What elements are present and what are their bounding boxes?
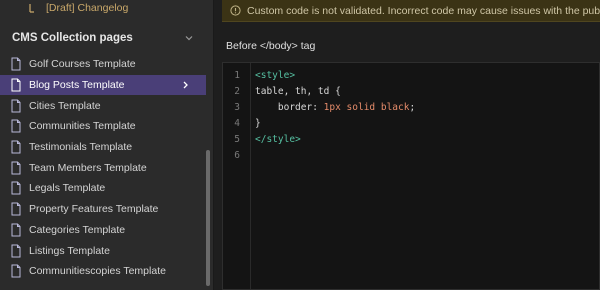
code-line: } [255,116,599,132]
section-title: CMS Collection pages [12,32,133,44]
page-icon [11,181,21,195]
sidebar-item-label: Blog Posts Template [29,79,125,92]
sidebar-item-communitiescopies-template[interactable]: Communitiescopies Template [0,261,206,282]
draft-page-icon [29,4,34,13]
page-icon [11,119,21,133]
line-number: 1 [234,70,240,81]
page-icon [11,161,21,175]
sidebar-item-golf-courses-template[interactable]: Golf Courses Template [0,54,206,75]
sidebar-item-label: Listings Template [29,244,110,257]
sidebar-item-label: Cities Template [29,99,101,112]
sidebar-item-label: Communitiescopies Template [29,265,166,278]
page-icon [11,202,21,216]
line-number: 6 [234,150,240,161]
sidebar-item-label: Categories Template [29,223,126,236]
sidebar-item-team-members-template[interactable]: Team Members Template [0,157,206,178]
code-content[interactable]: <style> table, th, td { border: 1px soli… [255,63,599,164]
line-number: 2 [234,86,240,97]
custom-code-panel: Custom code is not validated. Incorrect … [214,0,600,290]
line-number: 3 [234,102,240,113]
sidebar-scrollbar[interactable] [206,150,210,286]
sidebar-item-label: Team Members Template [29,161,147,174]
page-icon [11,223,21,237]
code-token-tag: </style> [255,134,301,145]
sidebar-item-testimonials-template[interactable]: Testimonials Template [0,137,206,158]
warning-banner: Custom code is not validated. Incorrect … [222,0,600,22]
page-icon [11,99,21,113]
code-token-tag: <style> [255,70,296,81]
code-token-value: 1px solid black [323,102,410,113]
line-number: 4 [234,118,240,129]
line-number: 5 [234,134,240,145]
sidebar-item-label: Property Features Template [29,203,159,216]
code-token-property: border: [277,102,324,113]
sidebar-item-label: Golf Courses Template [29,58,136,71]
sidebar-item-categories-template[interactable]: Categories Template [0,220,206,241]
before-body-tag-label: Before </body> tag [226,40,316,52]
sidebar-item-draft-changelog[interactable]: [Draft] Changelog [28,0,128,16]
code-line: <style> [255,68,599,84]
code-line: table, th, td { [255,84,599,100]
code-token-brace: } [255,118,261,129]
sidebar-item-listings-template[interactable]: Listings Template [0,240,206,261]
warning-icon [230,5,241,16]
code-token-punct: ; [409,102,416,113]
code-line: border: 1px solid black; [255,100,599,116]
cms-collection-header[interactable]: CMS Collection pages [0,24,214,52]
chevron-down-icon[interactable] [184,33,194,43]
chevron-right-icon[interactable] [181,80,190,90]
page-icon [11,264,21,278]
sidebar-item-label: Testimonials Template [29,141,133,154]
sidebar-item-property-features-template[interactable]: Property Features Template [0,199,206,220]
page-icon [11,140,21,154]
cms-page-list: Golf Courses Template Blog Posts Templat… [0,54,206,282]
page-icon [11,244,21,258]
sidebar-item-cities-template[interactable]: Cities Template [0,95,206,116]
sidebar: [Draft] Changelog CMS Collection pages G… [0,0,214,290]
page-icon [11,78,21,92]
page-icon [11,57,21,71]
sidebar-item-label: [Draft] Changelog [46,2,129,14]
line-number-gutter: 1 2 3 4 5 6 [223,63,251,289]
sidebar-item-label: Legals Template [29,182,106,195]
sidebar-item-communities-template[interactable]: Communities Template [0,116,206,137]
sidebar-item-blog-posts-template[interactable]: Blog Posts Template [0,74,206,96]
sidebar-item-legals-template[interactable]: Legals Template [0,178,206,199]
code-editor[interactable]: 1 2 3 4 5 6 <style> table, th, td { bord… [222,62,600,290]
warning-text: Custom code is not validated. Incorrect … [247,4,600,17]
code-line: </style> [255,132,599,148]
sidebar-item-label: Communities Template [29,120,136,133]
code-token-selector: table, th, td { [255,86,341,97]
